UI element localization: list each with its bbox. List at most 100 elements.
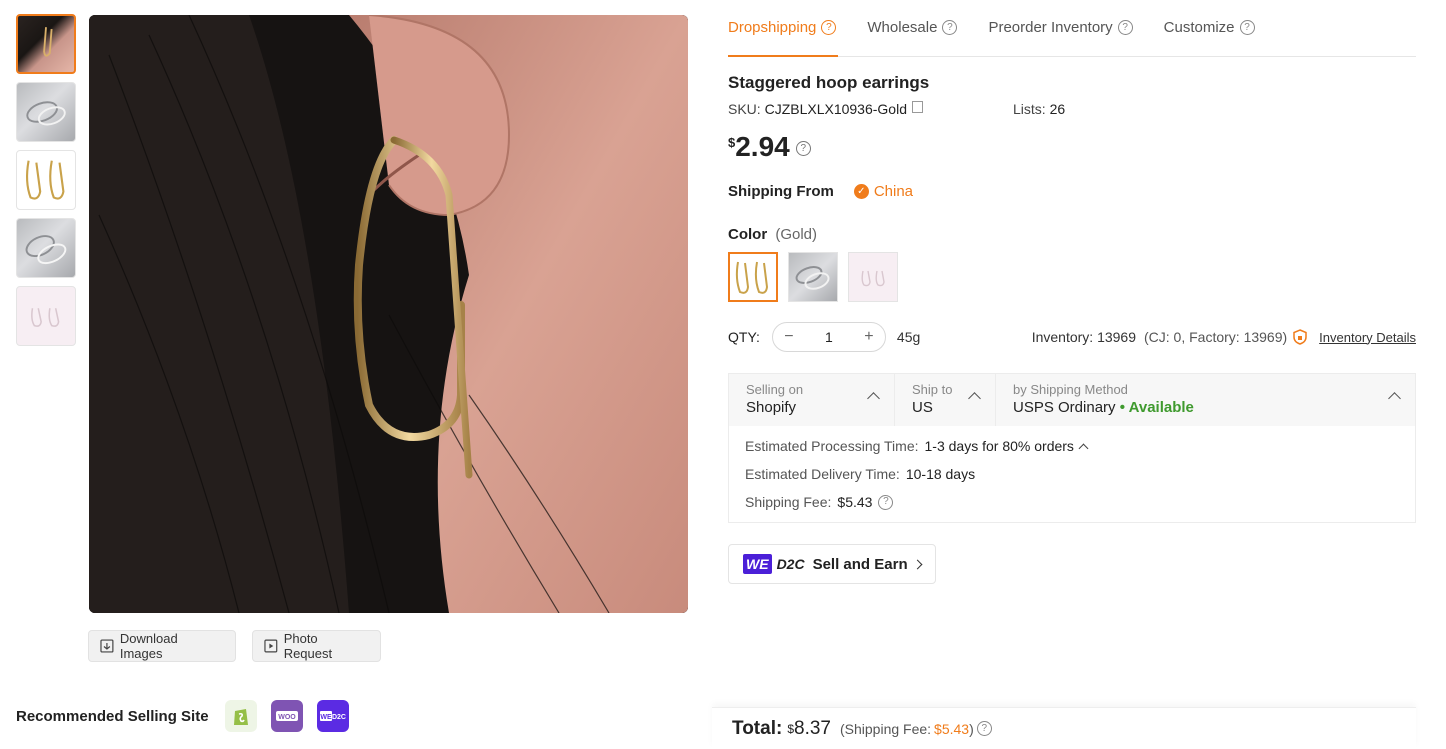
- shipping-from-country[interactable]: China: [874, 183, 913, 200]
- shipping-method-caption: by Shipping Method: [1013, 382, 1128, 397]
- sku-value: CJZBLXLX10936-Gold: [764, 101, 907, 117]
- color-label: Color: [728, 226, 768, 243]
- thumbnail-3[interactable]: [16, 150, 76, 210]
- ship-to-select[interactable]: Ship to US: [895, 374, 996, 426]
- qty-row: QTY: − + 45g Inventory: 13969 (CJ: 0, Fa…: [728, 322, 1416, 352]
- help-icon[interactable]: ?: [942, 20, 958, 35]
- svg-text:WE: WE: [320, 714, 332, 721]
- price-currency: $: [728, 135, 736, 150]
- delivery-time-row: Estimated Delivery Time: 10-18 days: [745, 466, 1399, 482]
- shopify-icon[interactable]: [224, 700, 257, 732]
- help-icon[interactable]: ?: [1117, 20, 1133, 35]
- delivery-time-label: Estimated Delivery Time:: [745, 466, 900, 482]
- selling-on-select[interactable]: Selling on Shopify: [729, 374, 895, 426]
- processing-time-row: Estimated Processing Time: 1-3 days for …: [745, 438, 1399, 454]
- total-bar: Total: $ 8.37 (Shipping Fee: $5.43 ) ?: [712, 707, 1416, 749]
- shipping-from-row: Shipping From ✓ China: [728, 183, 1416, 200]
- shipping-method-select[interactable]: by Shipping Method USPS Ordinary • Avail…: [996, 374, 1415, 426]
- shipping-fee-label: Shipping Fee:: [745, 494, 832, 510]
- sell-and-earn-button[interactable]: WE D2C Sell and Earn: [728, 544, 936, 584]
- total-ship-prefix: (Shipping Fee:: [839, 720, 932, 737]
- recommended-site-label: Recommended Selling Site: [16, 707, 209, 725]
- total-ship-fee: $5.43: [934, 720, 970, 737]
- help-icon[interactable]: ?: [1239, 20, 1255, 35]
- chevron-right-icon: [912, 559, 923, 569]
- shipping-selectors: Selling on Shopify Ship to US by Shippin…: [729, 374, 1415, 426]
- thumbnail-2[interactable]: [16, 82, 76, 142]
- qty-plus-button[interactable]: +: [861, 328, 877, 346]
- price-row: $ 2.94 ?: [728, 131, 1416, 163]
- download-images-label: Download Images: [119, 631, 178, 661]
- total-shipping-fee: (Shipping Fee: $5.43 ) ?: [840, 721, 992, 737]
- ship-to-value: US: [912, 399, 933, 416]
- total-currency: $: [787, 721, 794, 736]
- recommended-selling-site: Recommended Selling Site WOO WE D2C: [16, 700, 349, 732]
- photo-request-button[interactable]: Photo Request: [252, 630, 381, 662]
- total-label: Total:: [732, 717, 783, 739]
- shipping-fee-row: Shipping Fee: $5.43 ?: [745, 494, 1399, 510]
- product-title: Staggered hoop earrings: [728, 73, 930, 92]
- sku-label: SKU:: [728, 101, 761, 117]
- ship-to-caption: Ship to: [912, 382, 953, 397]
- tab-customize[interactable]: Customize ?: [1164, 19, 1255, 56]
- color-selected: (Gold): [775, 226, 818, 243]
- total-ship-suffix: ): [969, 720, 974, 737]
- sell-and-earn-label: Sell and Earn: [812, 555, 908, 573]
- help-icon[interactable]: ?: [821, 20, 837, 35]
- we-d2c-icon[interactable]: WE D2C: [316, 700, 349, 732]
- chevron-up-icon[interactable]: [1078, 443, 1089, 453]
- woocommerce-icon[interactable]: WOO: [270, 700, 303, 732]
- main-product-image[interactable]: [89, 15, 688, 613]
- color-swatch-gold[interactable]: [728, 252, 778, 302]
- thumbnail-1[interactable]: [16, 14, 76, 74]
- mode-tabs: Dropshipping ? Wholesale ? Preorder Inve…: [728, 0, 1416, 57]
- color-row: Color (Gold): [728, 226, 1416, 302]
- svg-text:WOO: WOO: [278, 714, 296, 721]
- d2c-text: D2C: [776, 556, 805, 572]
- tab-preorder-inventory[interactable]: Preorder Inventory ?: [988, 19, 1133, 56]
- price-value: 2.94: [735, 131, 790, 162]
- tab-dropshipping[interactable]: Dropshipping ?: [728, 19, 839, 57]
- delivery-time-value: 10-18 days: [905, 466, 976, 482]
- inventory-count: Inventory: 13969: [1031, 329, 1136, 345]
- tab-label: Wholesale: [867, 19, 938, 36]
- sku-row: SKU: CJZBLXLX10936-Gold Lists: 26: [728, 101, 1416, 117]
- check-icon: ✓: [853, 184, 869, 199]
- qty-label: QTY:: [728, 329, 760, 345]
- video-icon: [264, 639, 278, 653]
- help-icon[interactable]: ?: [976, 721, 992, 736]
- copy-icon[interactable]: [912, 101, 923, 113]
- thumbnail-4[interactable]: [16, 218, 76, 278]
- price-help-icon[interactable]: ?: [795, 141, 811, 156]
- download-icon: [100, 639, 114, 653]
- color-swatch-pink[interactable]: [848, 252, 898, 302]
- lists-label: Lists:: [1013, 101, 1046, 117]
- total-value: 8.37: [794, 717, 831, 739]
- qty-input[interactable]: [808, 329, 849, 345]
- inventory-info: Inventory: 13969 (CJ: 0, Factory: 13969)…: [1032, 329, 1416, 345]
- tab-wholesale[interactable]: Wholesale ?: [867, 19, 958, 56]
- processing-time-label: Estimated Processing Time:: [745, 438, 919, 454]
- shipping-fee-value: $5.43: [837, 494, 873, 510]
- we-badge: WE: [743, 554, 772, 574]
- svg-text:D2C: D2C: [332, 714, 346, 721]
- processing-time-value: 1-3 days for 80% orders: [924, 438, 1074, 454]
- tab-label: Customize: [1163, 19, 1235, 36]
- product-detail-panel: Dropshipping ? Wholesale ? Preorder Inve…: [728, 0, 1416, 584]
- inventory-breakdown: (CJ: 0, Factory: 13969): [1144, 329, 1288, 345]
- shipping-from-label: Shipping From: [728, 183, 834, 200]
- product-weight: 45g: [896, 329, 921, 345]
- qty-minus-button[interactable]: −: [781, 328, 797, 346]
- thumbnail-list: [16, 14, 76, 354]
- shipping-box: Selling on Shopify Ship to US by Shippin…: [728, 373, 1416, 523]
- availability-status: • Available: [1119, 399, 1194, 416]
- tab-label: Preorder Inventory: [988, 19, 1113, 36]
- download-images-button[interactable]: Download Images: [88, 630, 236, 662]
- color-swatch-silver[interactable]: [788, 252, 838, 302]
- inventory-details-link[interactable]: Inventory Details: [1319, 330, 1416, 345]
- help-icon[interactable]: ?: [878, 494, 894, 510]
- photo-request-label: Photo Request: [283, 631, 333, 661]
- shield-icon: [1293, 329, 1307, 345]
- shipping-details: Estimated Processing Time: 1-3 days for …: [729, 426, 1415, 522]
- thumbnail-5[interactable]: [16, 286, 76, 346]
